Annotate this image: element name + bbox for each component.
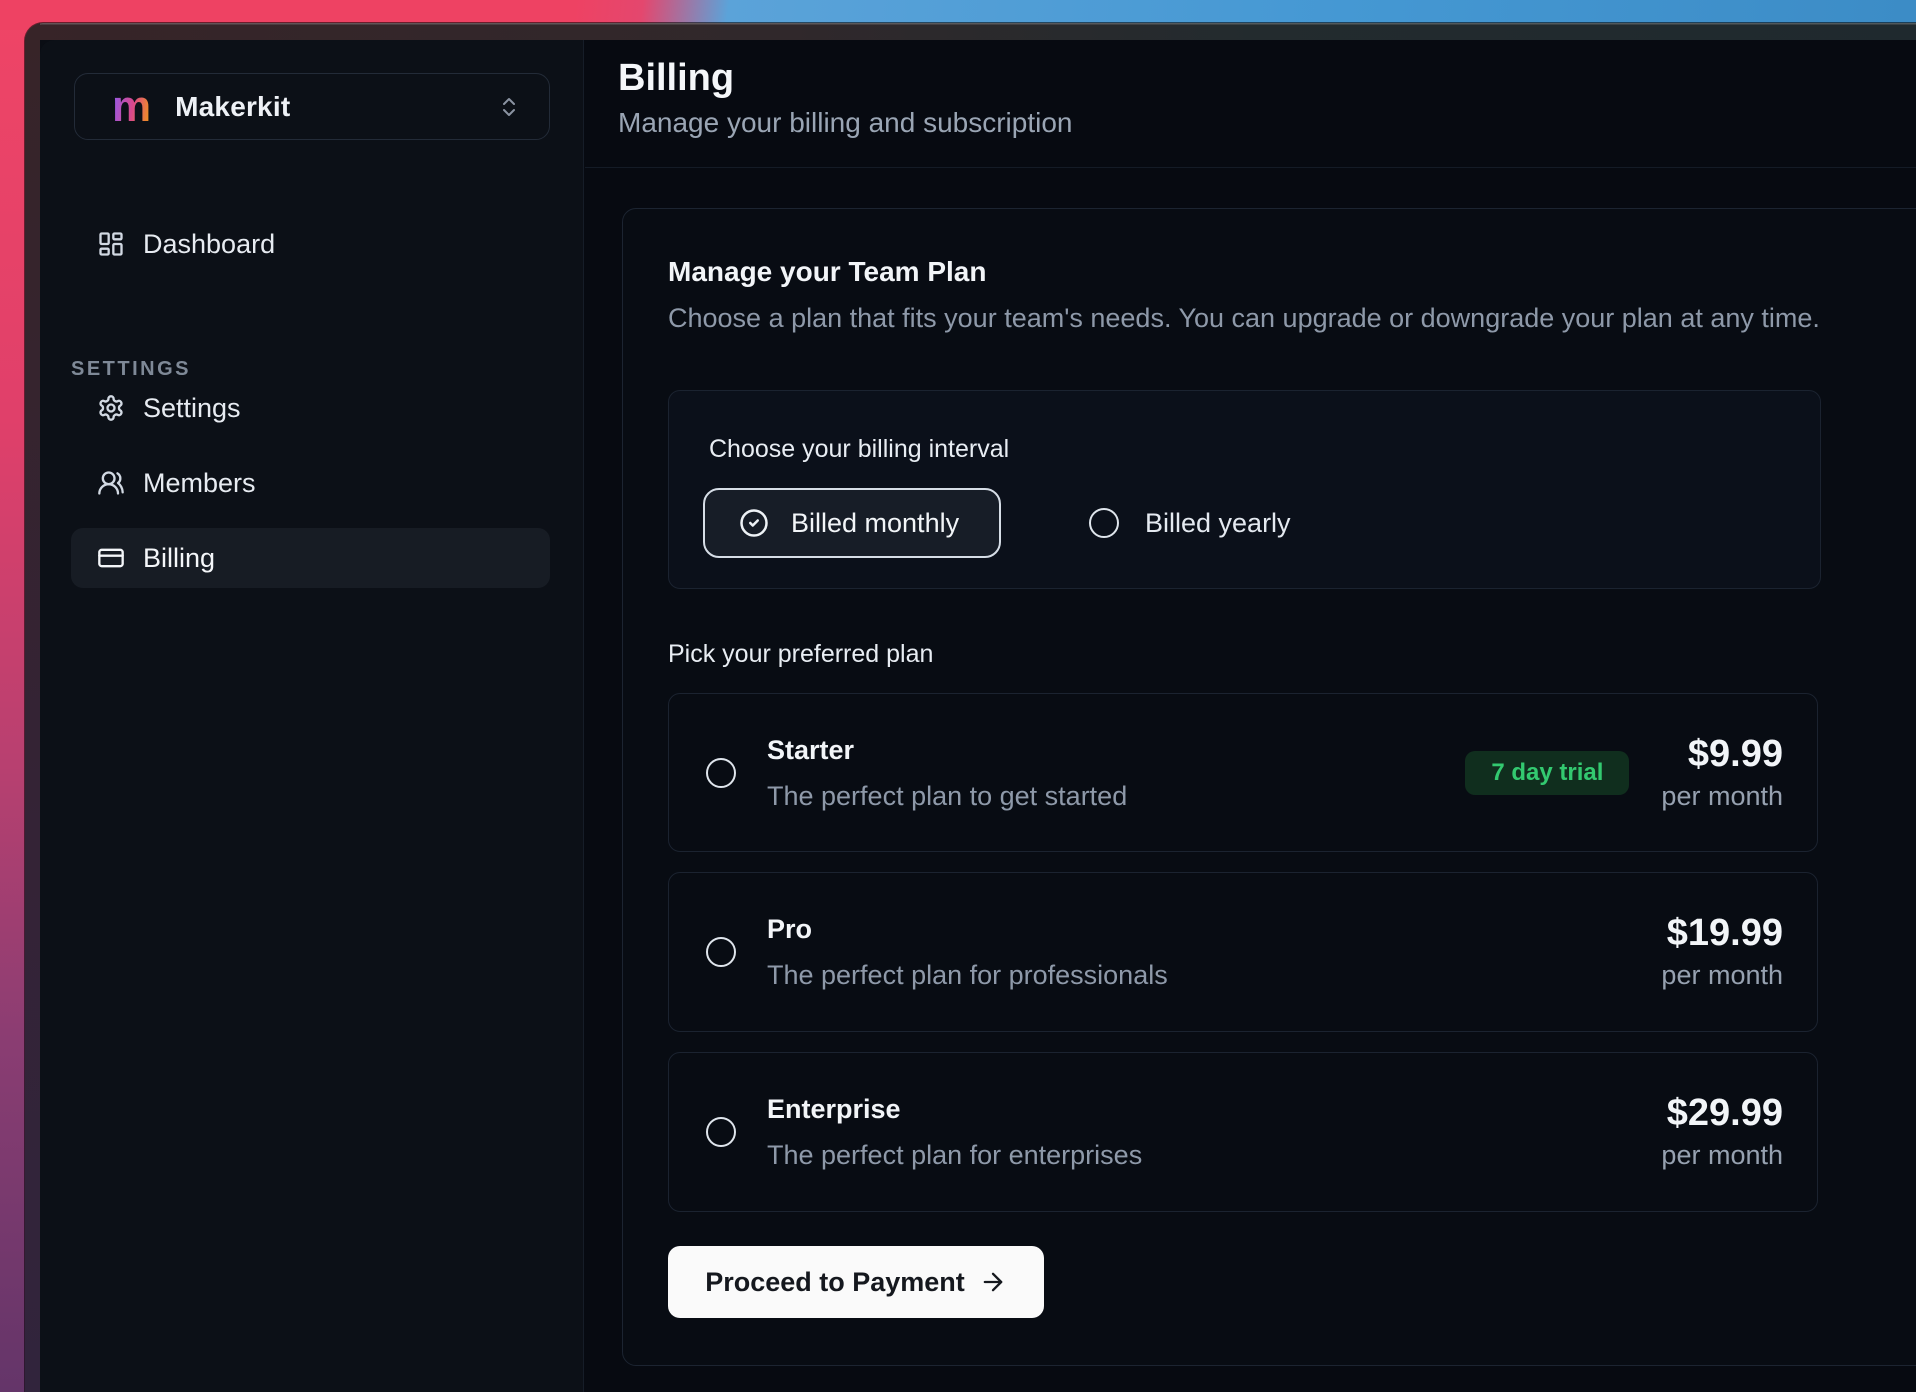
sidebar: m Makerkit Dashboard SETTINGS [40,40,584,1392]
chevrons-up-down-icon [497,95,521,119]
users-icon [97,469,125,497]
main-area: Billing Manage your billing and subscrip… [585,40,1916,1392]
billed-yearly-option[interactable]: Billed yearly [1089,508,1291,539]
sidebar-item-label: Settings [143,393,241,424]
plan-period: per month [1661,1138,1783,1172]
plan-price-block: $9.99 per month [1661,733,1783,813]
billed-yearly-label: Billed yearly [1145,508,1291,539]
credit-card-icon [97,544,125,572]
plan-description: The perfect plan to get started [767,779,1127,813]
check-circle-icon [739,508,769,538]
plan-name: Enterprise [767,1092,1142,1126]
radio-circle-icon[interactable] [706,937,736,967]
arrow-right-icon [979,1268,1007,1296]
plan-price-block: $19.99 per month [1661,912,1783,992]
plan-period: per month [1661,958,1783,992]
sidebar-item-label: Members [143,468,256,499]
plan-price: $19.99 [1667,912,1783,954]
plan-text: Enterprise The perfect plan for enterpri… [767,1092,1142,1172]
proceed-to-payment-button[interactable]: Proceed to Payment [668,1246,1044,1318]
window-content: m Makerkit Dashboard SETTINGS [40,40,1916,1392]
sidebar-item-members[interactable]: Members [71,453,550,513]
plan-text: Starter The perfect plan to get started [767,733,1127,813]
billing-interval-options: Billed monthly Billed yearly [709,488,1820,558]
app-window: m Makerkit Dashboard SETTINGS [25,23,1916,1392]
sidebar-item-label: Billing [143,543,215,574]
billing-interval-label: Choose your billing interval [709,432,1820,466]
workspace-selector[interactable]: m Makerkit [74,73,550,140]
trial-badge: 7 day trial [1465,751,1629,795]
radio-circle-icon[interactable] [706,1117,736,1147]
plan-row-pro[interactable]: Pro The perfect plan for professionals $… [668,872,1818,1032]
plan-period: per month [1661,779,1783,813]
plan-price-block: $29.99 per month [1661,1092,1783,1172]
plan-row-enterprise[interactable]: Enterprise The perfect plan for enterpri… [668,1052,1818,1212]
page-title: Billing [618,54,1916,102]
workspace-name: Makerkit [175,91,290,123]
plan-description: The perfect plan for professionals [767,958,1168,992]
radio-circle-icon[interactable] [706,758,736,788]
card-title: Manage your Team Plan [668,255,1916,289]
billing-interval-group: Choose your billing interval Billed mont… [668,390,1821,589]
billed-monthly-label: Billed monthly [791,508,959,539]
window-frame-top [25,23,1916,40]
sidebar-item-settings[interactable]: Settings [71,378,550,438]
proceed-to-payment-label: Proceed to Payment [705,1267,965,1298]
page-subtitle: Manage your billing and subscription [618,106,1916,140]
plan-text: Pro The perfect plan for professionals [767,912,1168,992]
billed-monthly-option[interactable]: Billed monthly [703,488,1001,558]
plan-price: $29.99 [1667,1092,1783,1134]
card-subtitle: Choose a plan that fits your team's need… [668,301,1916,335]
plan-picker-label: Pick your preferred plan [668,637,933,671]
sidebar-item-billing[interactable]: Billing [71,528,550,588]
page-header: Billing Manage your billing and subscrip… [585,40,1916,168]
sidebar-item-label: Dashboard [143,229,275,260]
radio-circle-icon [1089,508,1119,538]
window-frame-left [25,23,40,1392]
makerkit-logo: m [112,85,151,129]
sidebar-item-dashboard[interactable]: Dashboard [71,214,550,274]
plan-row-starter[interactable]: Starter The perfect plan to get started … [668,693,1818,852]
plan-name: Pro [767,912,1168,946]
plan-price: $9.99 [1688,733,1783,775]
plan-description: The perfect plan for enterprises [767,1138,1142,1172]
dashboard-icon [97,230,125,258]
plan-name: Starter [767,733,1127,767]
team-plan-card: Manage your Team Plan Choose a plan that… [622,208,1916,1366]
gear-icon [97,394,125,422]
